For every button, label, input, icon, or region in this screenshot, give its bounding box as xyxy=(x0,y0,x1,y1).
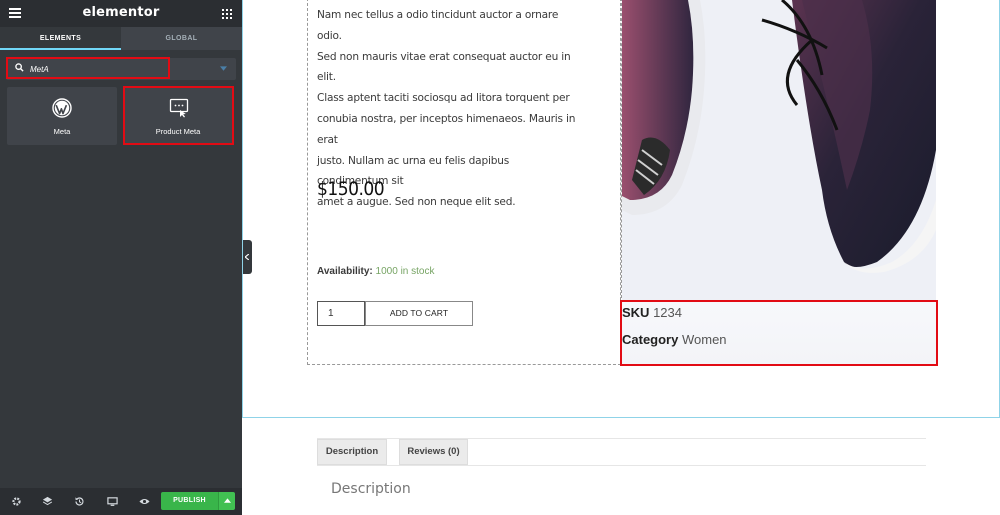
category-label: Category xyxy=(622,332,679,347)
add-to-cart-button[interactable]: ADD TO CART xyxy=(365,301,473,326)
description-heading: Description xyxy=(331,481,411,497)
product-category: Category Women xyxy=(622,332,727,347)
product-sku: SKU 1234 xyxy=(622,305,682,320)
product-price: $150.00 xyxy=(317,178,385,200)
publish-button[interactable]: PUBLISH xyxy=(161,492,218,510)
product-meta-icon xyxy=(169,98,189,118)
tab-elements[interactable]: ELEMENTS xyxy=(0,27,121,50)
widget-product-meta[interactable]: Product Meta xyxy=(123,87,233,145)
panel-header: elementor xyxy=(0,0,242,27)
widget-search xyxy=(6,58,236,80)
panel-tabs: ELEMENTS GLOBAL xyxy=(0,27,242,50)
availability-label: Availability: xyxy=(317,266,373,277)
wordpress-icon xyxy=(52,98,72,118)
sku-value: 1234 xyxy=(653,305,682,320)
tab-reviews[interactable]: Reviews (0) xyxy=(399,439,468,465)
stock-status: 1000 in stock xyxy=(375,266,435,277)
sku-label: SKU xyxy=(622,305,650,320)
category-value[interactable]: Women xyxy=(682,332,727,347)
widget-product-meta-label: Product Meta xyxy=(155,127,201,136)
settings-icon[interactable] xyxy=(11,496,22,507)
tab-description[interactable]: Description xyxy=(317,439,387,465)
responsive-icon[interactable] xyxy=(107,496,118,507)
description-line: Sed non mauris vitae erat consequat auct… xyxy=(317,50,571,84)
description-line: Class aptent taciti sociosqu ad litora t… xyxy=(317,92,570,105)
chevron-down-icon[interactable] xyxy=(220,66,227,71)
search-icon xyxy=(15,63,24,72)
sneaker-image xyxy=(622,0,936,300)
widget-meta[interactable]: Meta xyxy=(7,87,117,145)
product-image xyxy=(622,0,936,300)
chevron-up-icon xyxy=(224,498,231,503)
quantity-input[interactable] xyxy=(317,301,365,326)
widgets-grid-icon[interactable] xyxy=(222,9,232,19)
publish-options-button[interactable] xyxy=(218,492,235,510)
history-icon[interactable] xyxy=(74,496,85,507)
preview-icon[interactable] xyxy=(139,496,150,507)
elementor-panel: elementor ELEMENTS GLOBAL Meta xyxy=(0,0,242,515)
availability: Availability: 1000 in stock xyxy=(317,266,434,277)
description-line: conubia nostra, per inceptos himenaeos. … xyxy=(317,112,576,146)
elementor-logo: elementor xyxy=(82,5,160,20)
widget-meta-label: Meta xyxy=(53,127,71,136)
search-input[interactable] xyxy=(30,61,170,77)
tab-global[interactable]: GLOBAL xyxy=(121,27,242,50)
description-line: Nam nec tellus a odio tincidunt auctor a… xyxy=(317,9,559,42)
layers-icon[interactable] xyxy=(42,496,53,507)
